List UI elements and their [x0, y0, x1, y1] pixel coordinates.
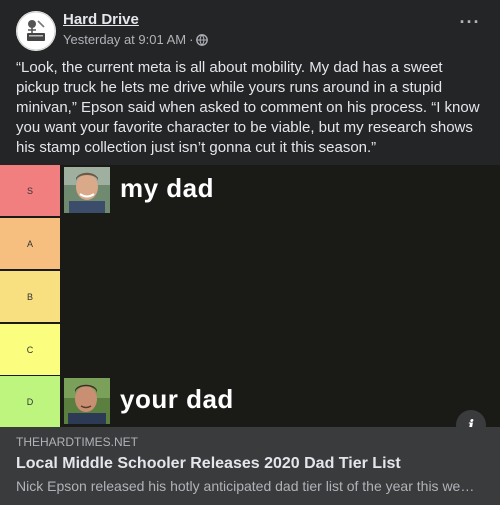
more-options-icon[interactable]: ··· — [456, 13, 484, 35]
tier-row-c: C — [0, 324, 500, 375]
tier-row-s: S my dad — [0, 165, 500, 216]
dad-photo — [64, 167, 110, 213]
tier-label: D — [0, 376, 62, 427]
tier-content — [62, 324, 500, 375]
post-header: Hard Drive Yesterday at 9:01 AM · ··· — [16, 11, 484, 53]
tier-row-a: A — [0, 218, 500, 269]
tier-content — [62, 271, 500, 322]
globe-icon[interactable] — [196, 33, 209, 46]
hard-drive-logo-icon — [16, 11, 56, 51]
meta-separator: · — [189, 32, 194, 47]
tier-row-b: B — [0, 271, 500, 322]
link-preview[interactable]: THEHARDTIMES.NET Local Middle Schooler R… — [0, 427, 500, 505]
post-meta: Yesterday at 9:01 AM · — [63, 32, 209, 47]
tier-label: A — [0, 218, 62, 269]
link-description: Nick Epson released his hotly anticipate… — [16, 478, 476, 494]
tier-list-image[interactable]: S my dad A B C D your dad — [0, 165, 500, 427]
post-message: “Look, the current meta is all about mob… — [16, 59, 480, 156]
page-avatar[interactable] — [16, 11, 56, 51]
facebook-post: Hard Drive Yesterday at 9:01 AM · ··· “L… — [0, 0, 500, 505]
page-name-link[interactable]: Hard Drive — [63, 11, 139, 28]
dad-photo — [64, 378, 110, 424]
post-timestamp[interactable]: Yesterday at 9:01 AM — [63, 32, 186, 47]
tier-label: C — [0, 324, 62, 375]
tier-content: your dad — [62, 376, 500, 427]
tier-content — [62, 218, 500, 269]
tier-label: B — [0, 271, 62, 322]
tier-caption: my dad — [120, 173, 215, 203]
link-title[interactable]: Local Middle Schooler Releases 2020 Dad … — [16, 455, 401, 473]
tier-row-d: D your dad — [0, 376, 500, 427]
tier-caption: your dad — [120, 384, 234, 414]
tier-label: S — [0, 165, 62, 216]
tier-content: my dad — [62, 165, 500, 216]
link-domain: THEHARDTIMES.NET — [16, 435, 139, 449]
